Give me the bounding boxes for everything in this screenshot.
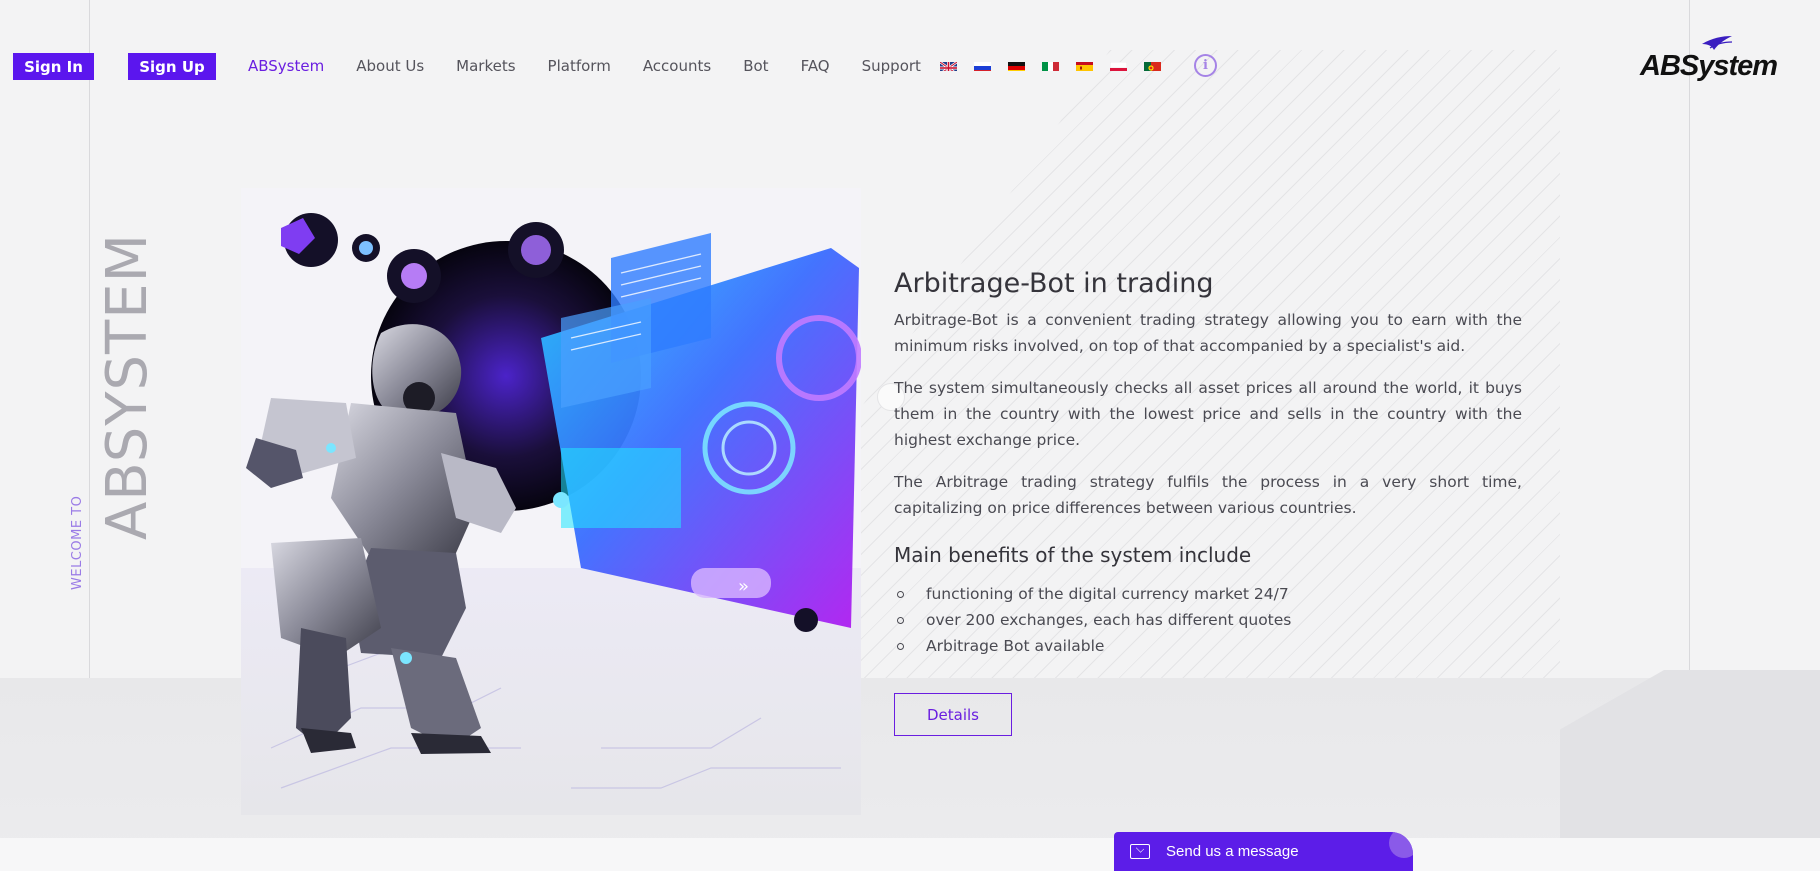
background-bottom-band: [0, 838, 1820, 871]
main-nav: ABSystem About Us Markets Platform Accou…: [248, 55, 953, 77]
sign-up-button[interactable]: Sign Up: [128, 53, 216, 80]
benefits-list: functioning of the digital currency mark…: [894, 581, 1522, 659]
side-brand-text: ABSYSTEM: [95, 233, 160, 540]
pl-flag-icon[interactable]: [1110, 59, 1127, 71]
message-icon: [1130, 844, 1150, 859]
side-welcome-text: WELCOME TO: [70, 495, 85, 590]
it-flag-icon[interactable]: [1042, 59, 1059, 71]
list-item: over 200 exchanges, each has different q…: [894, 607, 1522, 633]
page-title: Arbitrage-Bot in trading: [894, 268, 1214, 299]
nav-about-us[interactable]: About Us: [356, 57, 424, 75]
nav-absystem[interactable]: ABSystem: [248, 57, 324, 75]
gb-flag-icon[interactable]: [940, 59, 957, 71]
sign-in-button[interactable]: Sign In: [13, 53, 94, 80]
nav-faq[interactable]: FAQ: [801, 57, 830, 75]
details-button[interactable]: Details: [894, 693, 1012, 736]
svg-text:»: »: [738, 576, 749, 597]
nav-bot[interactable]: Bot: [743, 57, 768, 75]
main-content: Arbitrage-Bot in trading Arbitrage-Bot i…: [894, 268, 1522, 659]
ru-flag-icon[interactable]: [974, 59, 991, 71]
nav-support[interactable]: Support: [862, 57, 921, 75]
list-item: Arbitrage Bot available: [894, 633, 1522, 659]
logo-text: ABSystem: [1640, 50, 1778, 82]
chat-label: Send us a message: [1166, 843, 1299, 860]
absystem-logo[interactable]: ABSystem: [1640, 36, 1785, 86]
nav-platform[interactable]: Platform: [548, 57, 611, 75]
language-switcher: [940, 59, 1178, 71]
benefits-heading: Main benefits of the system include: [894, 543, 1252, 567]
nav-markets[interactable]: Markets: [456, 57, 515, 75]
info-icon[interactable]: i: [1194, 54, 1217, 77]
list-item: functioning of the digital currency mark…: [894, 581, 1522, 607]
de-flag-icon[interactable]: [1008, 59, 1025, 71]
chat-corner-decoration: [1389, 832, 1413, 858]
intro-paragraph: Arbitrage-Bot is a convenient trading st…: [894, 311, 1522, 355]
es-flag-icon[interactable]: [1076, 59, 1093, 71]
strategy-paragraph: The Arbitrage trading strategy fulfils t…: [894, 473, 1522, 517]
description-paragraph: The system simultaneously checks all ass…: [894, 379, 1522, 449]
robot-hologram-illustration: »: [241, 188, 861, 815]
pt-flag-icon[interactable]: [1144, 59, 1161, 71]
nav-accounts[interactable]: Accounts: [643, 57, 711, 75]
chat-widget[interactable]: Send us a message: [1114, 832, 1413, 871]
